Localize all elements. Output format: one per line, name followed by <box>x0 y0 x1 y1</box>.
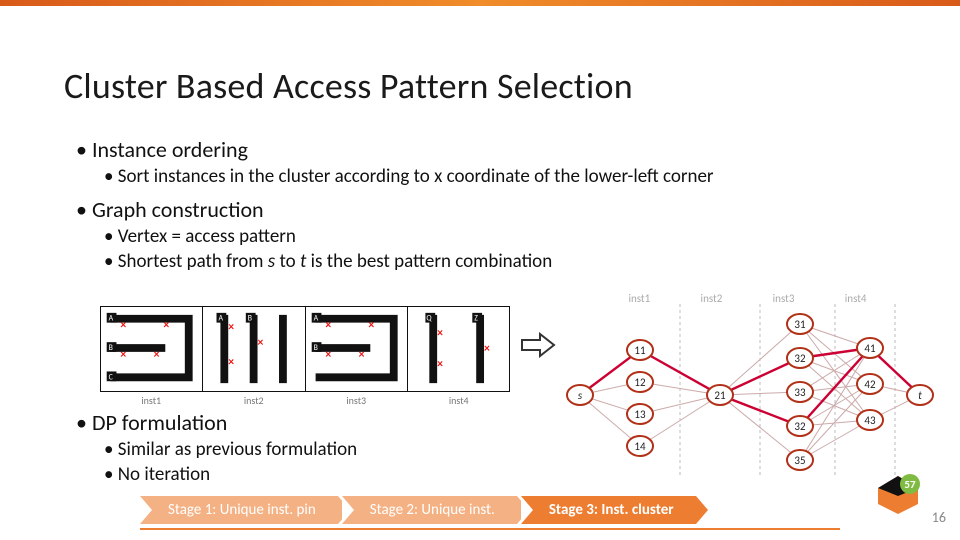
svg-text:A: A <box>219 315 224 324</box>
pattern-strip: A B C × × × × A B × × × <box>100 306 510 392</box>
text: No iteration <box>118 463 210 486</box>
pattern-inst4: Q Z × × × <box>408 307 509 391</box>
svg-text:×: × <box>120 348 126 362</box>
svg-text:B: B <box>313 344 317 353</box>
svg-text:×: × <box>228 320 234 334</box>
svg-text:Q: Q <box>426 315 432 324</box>
logo-badge-number: 57 <box>904 478 916 491</box>
stage-chevrons: Stage 1: Unique inst. pin Stage 2: Uniqu… <box>140 496 700 524</box>
svg-text:×: × <box>258 336 264 350</box>
text-post: is the best pattern combination <box>306 250 552 273</box>
stage-2: Stage 2: Unique inst. <box>342 496 517 524</box>
svg-text:31: 31 <box>794 318 806 331</box>
subbullet-vertex: Vertex = access pattern <box>104 225 924 248</box>
text: Stage 2: Unique inst. <box>370 501 495 519</box>
text: Sort instances in the cluster according … <box>118 165 714 188</box>
svg-text:43: 43 <box>864 414 876 427</box>
svg-text:11: 11 <box>634 344 646 357</box>
svg-text:33: 33 <box>794 386 806 399</box>
svg-text:×: × <box>358 348 364 362</box>
text: Instance ordering <box>92 136 248 163</box>
text: Stage 1: Unique inst. pin <box>168 501 316 519</box>
arrow-right-icon <box>520 332 556 358</box>
svg-text:Z: Z <box>474 315 478 324</box>
svg-text:×: × <box>120 318 126 332</box>
text: Vertex = access pattern <box>118 225 296 248</box>
label-inst4: inst4 <box>408 394 511 407</box>
stage-1: Stage 1: Unique inst. pin <box>140 496 338 524</box>
svg-text:×: × <box>325 318 331 332</box>
pattern-inst1: A B C × × × × <box>101 307 203 391</box>
svg-text:41: 41 <box>864 342 876 355</box>
top-accent-rule <box>0 0 960 6</box>
text: Graph construction <box>92 196 264 223</box>
svg-text:32: 32 <box>794 420 806 433</box>
pattern-inst2: A B × × × <box>203 307 305 391</box>
svg-text:t: t <box>918 389 922 402</box>
svg-text:s: s <box>578 389 583 402</box>
subbullet-sort: Sort instances in the cluster according … <box>104 165 924 188</box>
svg-text:42: 42 <box>864 378 876 391</box>
stages-underline <box>140 528 840 530</box>
svg-text:B: B <box>248 315 252 324</box>
stage-3: Stage 3: Inst. cluster <box>521 496 696 524</box>
svg-text:×: × <box>484 342 490 356</box>
svg-text:B: B <box>109 344 113 353</box>
subbullet-shortest-path: Shortest path from s to t is the best pa… <box>104 250 924 273</box>
text-pre: Shortest path from <box>118 250 268 273</box>
svg-text:×: × <box>368 318 374 332</box>
pattern-inst3: A B × × × × <box>306 307 408 391</box>
text: DP formulation <box>92 409 227 436</box>
svg-text:A: A <box>313 315 318 324</box>
label-inst2: inst2 <box>203 394 306 407</box>
text: Similar as previous formulation <box>118 438 357 461</box>
svg-text:13: 13 <box>634 408 646 421</box>
svg-text:C: C <box>109 373 113 382</box>
svg-text:32: 32 <box>794 352 806 365</box>
text: Stage 3: Inst. cluster <box>549 501 674 519</box>
svg-text:×: × <box>154 348 160 362</box>
text-mid: to <box>275 250 300 273</box>
slide-title: Cluster Based Access Pattern Selection <box>64 64 633 108</box>
svg-text:12: 12 <box>634 376 646 389</box>
svg-text:14: 14 <box>634 440 646 453</box>
label-inst1: inst1 <box>100 394 203 407</box>
svg-text:×: × <box>325 348 331 362</box>
svg-text:×: × <box>163 318 169 332</box>
logo-icon: 57 <box>874 474 922 514</box>
pattern-strip-labels: inst1 inst2 inst3 inst4 <box>100 394 510 407</box>
label-inst3: inst3 <box>305 394 408 407</box>
page-number: 16 <box>932 509 946 526</box>
graph-diagram: s 11 12 13 14 21 31 32 33 32 35 41 42 43 t <box>560 300 935 480</box>
svg-text:×: × <box>228 356 234 370</box>
svg-text:×: × <box>437 358 443 372</box>
slide-root: Cluster Based Access Pattern Selection I… <box>0 0 960 540</box>
svg-text:A: A <box>109 315 114 324</box>
svg-text:21: 21 <box>714 389 726 402</box>
svg-text:35: 35 <box>794 454 805 467</box>
bullet-instance-ordering: Instance ordering Sort instances in the … <box>76 136 924 188</box>
svg-text:×: × <box>437 326 443 340</box>
